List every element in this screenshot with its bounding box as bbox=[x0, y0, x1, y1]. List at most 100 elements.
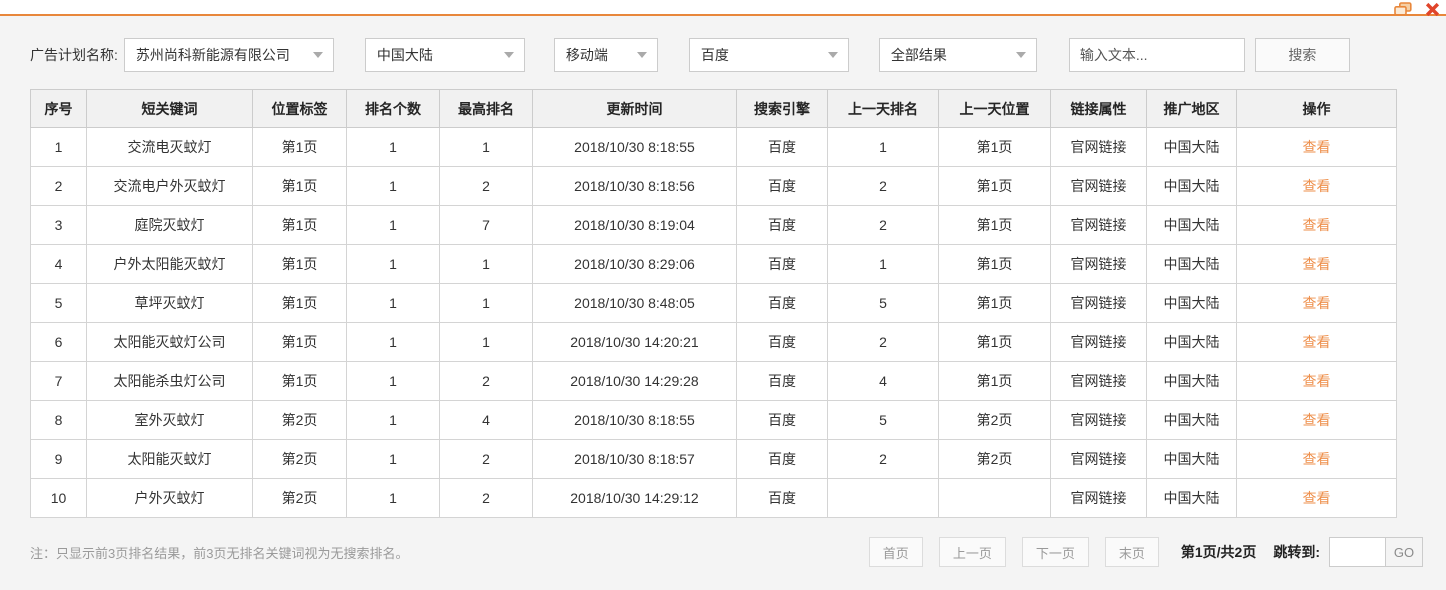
campaign-select-value: 苏州尚科新能源有限公司 bbox=[135, 47, 290, 63]
search-input[interactable] bbox=[1068, 38, 1245, 72]
view-link[interactable]: 查看 bbox=[1303, 412, 1331, 428]
table-row: 7 太阳能杀虫灯公司 第1页 1 2 2018/10/30 14:29:28 百度 4 第1页官… bbox=[30, 361, 1397, 401]
action-cell: 查看 bbox=[1236, 205, 1397, 245]
action-cell: 查看 bbox=[1236, 322, 1397, 362]
campaign-name-label: 广告计划名称: bbox=[30, 47, 118, 63]
table-cell: 2 bbox=[827, 439, 939, 479]
table-cell: 第1页 bbox=[938, 166, 1051, 206]
view-link[interactable]: 查看 bbox=[1303, 334, 1331, 350]
table-cell: 2018/10/30 14:29:12 bbox=[532, 478, 737, 518]
page-info: 第1页/共2页 bbox=[1180, 544, 1257, 560]
table-cell: 第2页 bbox=[252, 400, 347, 440]
table-cell: 中国大陆 bbox=[1146, 205, 1237, 245]
table-cell: 第2页 bbox=[252, 478, 347, 518]
table-cell: 1 bbox=[827, 127, 939, 167]
table-cell: 百度 bbox=[736, 361, 828, 401]
table-cell: 5 bbox=[827, 400, 939, 440]
first-page-button[interactable]: 首页 bbox=[868, 537, 923, 567]
search-engine-select[interactable]: 百度 bbox=[688, 38, 849, 72]
table-cell: 2 bbox=[439, 439, 533, 479]
table-cell: 中国大陆 bbox=[1146, 478, 1237, 518]
restore-window-icon[interactable] bbox=[1394, 2, 1412, 17]
table-cell: 中国大陆 bbox=[1146, 361, 1237, 401]
campaign-select[interactable]: 苏州尚科新能源有限公司 bbox=[123, 38, 334, 72]
table-cell: 百度 bbox=[736, 322, 828, 362]
table-body: 1 交流电灭蚊灯 第1页 1 1 2018/10/30 8:18:55 百度 1 第1页 官网链接… bbox=[30, 127, 1397, 518]
table-cell: 官网链接 bbox=[1050, 244, 1147, 284]
table-cell: 2018/10/30 14:20:21 bbox=[532, 322, 737, 362]
view-link[interactable]: 查看 bbox=[1303, 490, 1331, 506]
table-cell: 第1页 bbox=[252, 244, 347, 284]
titlebar bbox=[0, 0, 1446, 16]
search-engine-select-value: 百度 bbox=[700, 47, 729, 63]
search-button[interactable]: 搜索 bbox=[1254, 38, 1350, 72]
table-cell: 第1页 bbox=[252, 166, 347, 206]
column-header: 搜索引擎 bbox=[736, 89, 828, 128]
table-cell: 5 bbox=[827, 283, 939, 323]
table-cell: 第1页 bbox=[938, 127, 1051, 167]
table-row: 3 庭院灭蚊灯 第1页 1 7 2018/10/30 8:19:04 百度 2 第1页 官网链接中… bbox=[30, 205, 1397, 245]
table-cell: 9 bbox=[30, 439, 87, 479]
next-page-button[interactable]: 下一页 bbox=[1021, 537, 1089, 567]
table-cell: 2 bbox=[439, 478, 533, 518]
table-cell: 第1页 bbox=[938, 361, 1051, 401]
chevron-down-icon bbox=[312, 52, 323, 58]
view-link[interactable]: 查看 bbox=[1303, 217, 1331, 233]
table-cell: 官网链接 bbox=[1050, 127, 1147, 167]
table-cell: 4 bbox=[827, 361, 939, 401]
table-cell: 中国大陆 bbox=[1146, 283, 1237, 323]
table-cell: 1 bbox=[346, 478, 440, 518]
chevron-down-icon bbox=[636, 52, 647, 58]
window-controls bbox=[1394, 2, 1441, 17]
jump-group: GO bbox=[1329, 537, 1423, 567]
column-header: 更新时间 bbox=[532, 89, 737, 128]
table-cell: 庭院灭蚊灯 bbox=[86, 205, 253, 245]
result-type-select[interactable]: 全部结果 bbox=[878, 38, 1037, 72]
column-header: 短关键词 bbox=[86, 89, 253, 128]
go-button[interactable]: GO bbox=[1386, 537, 1423, 567]
table-cell: 第1页 bbox=[252, 205, 347, 245]
table-cell: 2018/10/30 8:18:57 bbox=[532, 439, 737, 479]
table-cell: 百度 bbox=[736, 127, 828, 167]
table-cell: 3 bbox=[30, 205, 87, 245]
view-link[interactable]: 查看 bbox=[1303, 139, 1331, 155]
table-cell: 第1页 bbox=[252, 361, 347, 401]
footer: 注：只显示前3页排名结果，前3页无排名关键词视为无搜索排名。 首页 上一页 下一… bbox=[30, 537, 1423, 567]
table-cell: 中国大陆 bbox=[1146, 166, 1237, 206]
table-cell: 百度 bbox=[736, 400, 828, 440]
table-cell: 1 bbox=[346, 439, 440, 479]
chevron-down-icon bbox=[827, 52, 838, 58]
table-cell: 2 bbox=[827, 166, 939, 206]
view-link[interactable]: 查看 bbox=[1303, 256, 1331, 272]
table-cell: 2018/10/30 14:29:28 bbox=[532, 361, 737, 401]
pagination: 首页 上一页 下一页 末页 第1页/共2页 跳转到: GO bbox=[868, 537, 1423, 567]
prev-page-button[interactable]: 上一页 bbox=[938, 537, 1006, 567]
table-cell: 官网链接 bbox=[1050, 439, 1147, 479]
view-link[interactable]: 查看 bbox=[1303, 451, 1331, 467]
device-select[interactable]: 移动端 bbox=[553, 38, 658, 72]
region-select[interactable]: 中国大陆 bbox=[364, 38, 525, 72]
table-cell: 户外太阳能灭蚊灯 bbox=[86, 244, 253, 284]
close-icon[interactable] bbox=[1423, 2, 1441, 17]
view-link[interactable]: 查看 bbox=[1303, 295, 1331, 311]
table-cell: 1 bbox=[439, 127, 533, 167]
table-cell: 1 bbox=[439, 322, 533, 362]
jump-to-label: 跳转到: bbox=[1273, 544, 1320, 560]
column-header: 推广地区 bbox=[1146, 89, 1237, 128]
table-cell: 2 bbox=[827, 205, 939, 245]
jump-page-input[interactable] bbox=[1329, 537, 1386, 567]
table-cell: 2018/10/30 8:48:05 bbox=[532, 283, 737, 323]
table-cell: 第2页 bbox=[938, 400, 1051, 440]
table-cell: 中国大陆 bbox=[1146, 400, 1237, 440]
table-row: 10 户外灭蚊灯 第2页 1 2 2018/10/30 14:29:12 百度 官网链接 中国大… bbox=[30, 478, 1397, 518]
column-header: 最高排名 bbox=[439, 89, 533, 128]
table-cell: 7 bbox=[30, 361, 87, 401]
view-link[interactable]: 查看 bbox=[1303, 178, 1331, 194]
table-cell: 官网链接 bbox=[1050, 283, 1147, 323]
last-page-button[interactable]: 末页 bbox=[1104, 537, 1159, 567]
region-select-value: 中国大陆 bbox=[376, 47, 433, 63]
table-cell: 百度 bbox=[736, 244, 828, 284]
view-link[interactable]: 查看 bbox=[1303, 373, 1331, 389]
table-row: 2 交流电户外灭蚊灯 第1页 1 2 2018/10/30 8:18:56 百度 2 第1页 官网… bbox=[30, 166, 1397, 206]
table-cell: 1 bbox=[346, 166, 440, 206]
